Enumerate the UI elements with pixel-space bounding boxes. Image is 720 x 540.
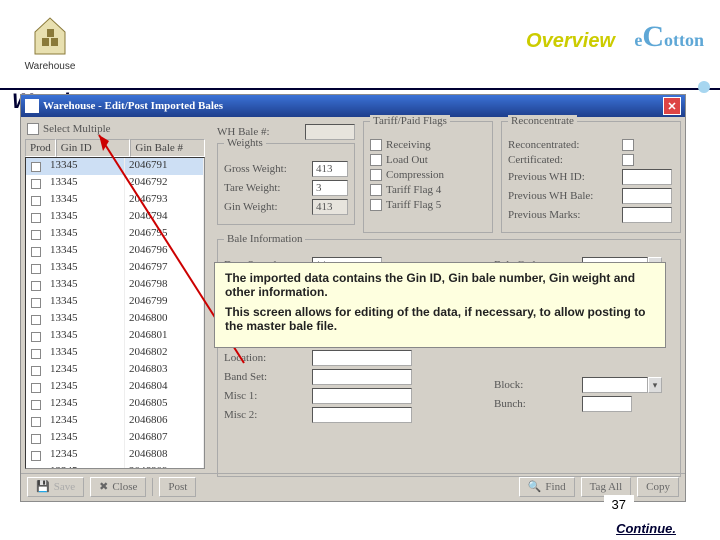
band-set-field[interactable] bbox=[312, 369, 412, 385]
prev-whbale-label: Previous WH Bale: bbox=[508, 190, 618, 202]
window-title: Warehouse - Edit/Post Imported Bales bbox=[43, 100, 223, 112]
weights-title: Weights bbox=[224, 137, 266, 149]
chk-receiving[interactable] bbox=[370, 139, 382, 151]
chk-flag5[interactable] bbox=[370, 199, 382, 211]
table-row[interactable]: 133452046800 bbox=[26, 311, 204, 328]
save-button[interactable]: 💾 Save bbox=[27, 477, 84, 497]
prev-whid-field[interactable] bbox=[622, 169, 672, 185]
table-row[interactable]: 133452046792 bbox=[26, 175, 204, 192]
select-multiple-checkbox[interactable] bbox=[27, 123, 39, 135]
prev-marks-label: Previous Marks: bbox=[508, 209, 618, 221]
table-row[interactable]: 123452046804 bbox=[26, 379, 204, 396]
continue-link[interactable]: Continue. bbox=[616, 521, 676, 536]
gross-wt-field[interactable]: 413 bbox=[312, 161, 348, 177]
chk-recon[interactable] bbox=[622, 139, 634, 151]
warehouse-icon-label: Warehouse bbox=[12, 61, 88, 72]
gross-wt-label: Gross Weight: bbox=[224, 163, 308, 175]
warehouse-icon: Warehouse bbox=[12, 12, 88, 88]
post-button[interactable]: Post bbox=[159, 477, 196, 497]
table-row[interactable]: 133452046799 bbox=[26, 294, 204, 311]
table-row[interactable]: 133452046796 bbox=[26, 243, 204, 260]
close-button[interactable]: ✕ bbox=[663, 97, 681, 115]
table-row[interactable]: 133452046794 bbox=[26, 209, 204, 226]
prev-whbale-field[interactable] bbox=[622, 188, 672, 204]
misc2-field[interactable] bbox=[312, 407, 412, 423]
overview-label: Overview bbox=[526, 30, 615, 53]
close-button-bottom[interactable]: ✖ Close bbox=[90, 477, 146, 497]
chk-loadout[interactable] bbox=[370, 154, 382, 166]
col-prod[interactable]: Prod bbox=[25, 139, 56, 157]
find-button[interactable]: 🔍 Find bbox=[519, 477, 575, 497]
chevron-down-icon: ▾ bbox=[648, 377, 662, 393]
table-row[interactable]: 123452046805 bbox=[26, 396, 204, 413]
bale-info-title: Bale Information bbox=[224, 233, 305, 245]
prev-marks-field[interactable] bbox=[622, 207, 672, 223]
table-row[interactable]: 133452046797 bbox=[26, 260, 204, 277]
bunch-label: Bunch: bbox=[494, 398, 578, 410]
select-multiple-row[interactable]: Select Multiple bbox=[25, 121, 205, 139]
table-row[interactable]: 133452046795 bbox=[26, 226, 204, 243]
terminator-dot bbox=[698, 81, 710, 93]
col-gin-bale[interactable]: Gin Bale # bbox=[130, 139, 205, 157]
lbl-receiving: Receiving bbox=[386, 139, 431, 151]
lbl-loadout: Load Out bbox=[386, 154, 428, 166]
table-row[interactable]: 133452046802 bbox=[26, 345, 204, 362]
cert-label: Certificated: bbox=[508, 154, 618, 166]
gin-wt-field[interactable]: 413 bbox=[312, 199, 348, 215]
table-row[interactable]: 133452046801 bbox=[26, 328, 204, 345]
table-row[interactable]: 123452046808 bbox=[26, 447, 204, 464]
slide-header: Warehouse Overview eCotton Warehouse – E… bbox=[0, 0, 720, 90]
tariff-title: Tariff/Paid Flags bbox=[370, 115, 450, 127]
table-row[interactable]: 133452046791 bbox=[26, 158, 204, 175]
slide-number: 37 bbox=[604, 495, 634, 514]
prev-whid-label: Previous WH ID: bbox=[508, 171, 618, 183]
tare-wt-label: Tare Weight: bbox=[224, 182, 308, 194]
titlebar: Warehouse - Edit/Post Imported Bales ✕ bbox=[21, 95, 685, 117]
copy-button[interactable]: Copy bbox=[637, 477, 679, 497]
col-gin-id[interactable]: Gin ID bbox=[56, 139, 131, 157]
callout-note: The imported data contains the Gin ID, G… bbox=[214, 262, 666, 348]
ecotton-logo: eCotton bbox=[634, 20, 704, 54]
recon-label: Reconcentrated: bbox=[508, 139, 618, 151]
app-icon bbox=[25, 99, 39, 113]
table-row[interactable]: 123452046807 bbox=[26, 430, 204, 447]
chk-compression[interactable] bbox=[370, 169, 382, 181]
lbl-compression: Compression bbox=[386, 169, 444, 181]
band-set-label: Band Set: bbox=[224, 371, 308, 383]
callout-p2: This screen allows for editing of the da… bbox=[225, 305, 655, 333]
misc2-label: Misc 2: bbox=[224, 409, 308, 421]
table-row[interactable]: 123452046803 bbox=[26, 362, 204, 379]
grid-header: Prod Gin ID Gin Bale # bbox=[25, 139, 205, 157]
location-label: Location: bbox=[224, 352, 308, 364]
bunch-field[interactable] bbox=[582, 396, 632, 412]
lbl-flag5: Tariff Flag 5 bbox=[386, 199, 441, 211]
table-row[interactable]: 133452046793 bbox=[26, 192, 204, 209]
tag-all-button[interactable]: Tag All bbox=[581, 477, 632, 497]
wh-bale-field[interactable] bbox=[305, 124, 355, 140]
tare-wt-field[interactable]: 3 bbox=[312, 180, 348, 196]
misc1-label: Misc 1: bbox=[224, 390, 308, 402]
callout-p1: The imported data contains the Gin ID, G… bbox=[225, 271, 655, 299]
lbl-flag4: Tariff Flag 4 bbox=[386, 184, 441, 196]
recon-group: Reconcentrate Reconcentrated: Certificat… bbox=[501, 121, 681, 233]
chk-cert[interactable] bbox=[622, 154, 634, 166]
select-multiple-label: Select Multiple bbox=[43, 123, 111, 135]
bale-list-panel: Select Multiple Prod Gin ID Gin Bale # 1… bbox=[21, 117, 209, 473]
block-dd[interactable]: ▾ bbox=[582, 377, 662, 393]
separator bbox=[152, 478, 153, 496]
location-field[interactable] bbox=[312, 350, 412, 366]
chk-flag4[interactable] bbox=[370, 184, 382, 196]
recon-title: Reconcentrate bbox=[508, 115, 577, 127]
weights-group: Weights Gross Weight:413 Tare Weight:3 G… bbox=[217, 143, 355, 225]
bale-grid[interactable]: 1334520467911334520467921334520467931334… bbox=[25, 157, 205, 469]
block-label: Block: bbox=[494, 379, 578, 391]
tariff-group: Tariff/Paid Flags Receiving Load Out Com… bbox=[363, 121, 493, 233]
table-row[interactable]: 123452046809 bbox=[26, 464, 204, 469]
misc1-field[interactable] bbox=[312, 388, 412, 404]
table-row[interactable]: 123452046806 bbox=[26, 413, 204, 430]
gin-wt-label: Gin Weight: bbox=[224, 201, 308, 213]
table-row[interactable]: 133452046798 bbox=[26, 277, 204, 294]
